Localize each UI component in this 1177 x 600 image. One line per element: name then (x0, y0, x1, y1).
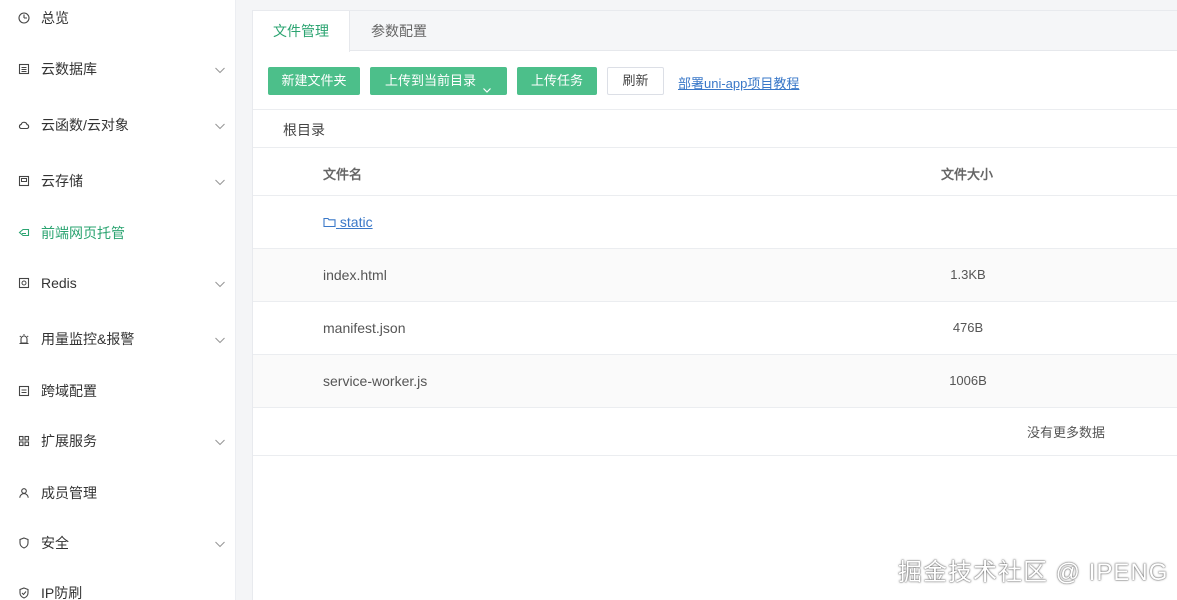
table-row[interactable]: service-worker.js 1006B (253, 355, 1177, 408)
file-name: static (339, 214, 373, 230)
refresh-button[interactable]: 刷新 (607, 67, 664, 95)
chevron-down-icon (214, 119, 226, 131)
table-row[interactable]: manifest.json 476B (253, 302, 1177, 355)
storage-icon (18, 175, 30, 187)
shield-icon (18, 537, 30, 549)
chevron-down-icon (214, 435, 226, 447)
file-name: index.html (323, 267, 387, 283)
alarm-icon (18, 333, 30, 345)
chevron-down-icon (214, 333, 226, 345)
sidebar-item-overview[interactable]: 总览 (0, 0, 235, 38)
shield-check-icon (18, 587, 30, 599)
tab-file-management[interactable]: 文件管理 (253, 11, 350, 52)
sidebar-item-cloud-storage[interactable]: 云存储 (0, 161, 235, 201)
sidebar-item-ip-protection[interactable]: IP防刷 (0, 573, 235, 600)
clock-icon (18, 12, 30, 24)
no-more-data-row: 没有更多数据 (253, 408, 1177, 456)
chevron-down-icon (214, 537, 226, 549)
user-icon (18, 487, 30, 499)
sidebar-item-web-hosting[interactable]: 前端网页托管 (0, 213, 235, 253)
folder-link[interactable]: static (323, 214, 373, 230)
sidebar-item-label: 用量监控&报警 (41, 331, 135, 347)
sidebar-item-usage-monitoring[interactable]: 用量监控&报警 (0, 319, 235, 359)
cloud-icon (18, 119, 30, 131)
main-panel: 文件管理 参数配置 新建文件夹 上传到当前目录 上传任务 刷新 部署uni-ap… (252, 10, 1177, 600)
sidebar-item-label: 前端网页托管 (41, 225, 125, 241)
table-header: 文件名 文件大小 (253, 148, 1177, 196)
database-icon (18, 63, 30, 75)
watermark: 掘金技术社区 @ IPENG (898, 559, 1169, 586)
sidebar-item-cloud-database[interactable]: 云数据库 (0, 49, 235, 89)
sidebar: 总览 云数据库 云函数/云对象 云存储 前端网页托管 Redis 用量监控&报警… (0, 0, 236, 600)
new-folder-button[interactable]: 新建文件夹 (268, 67, 360, 95)
file-size: 476B (952, 320, 984, 335)
file-size: 1006B (949, 373, 987, 388)
web-hosting-icon (18, 227, 30, 239)
no-more-data-text: 没有更多数据 (1027, 425, 1106, 440)
sidebar-item-security[interactable]: 安全 (0, 523, 235, 563)
table-row[interactable]: static (253, 196, 1177, 249)
tutorial-link[interactable]: 部署uni-app项目教程 (678, 73, 799, 92)
upload-button[interactable]: 上传到当前目录 (370, 67, 507, 95)
sidebar-item-cloud-functions[interactable]: 云函数/云对象 (0, 105, 235, 145)
breadcrumb[interactable]: 根目录 (283, 120, 325, 140)
divider (253, 109, 1177, 110)
sidebar-item-label: 总览 (41, 10, 69, 26)
cors-icon (18, 385, 30, 397)
sidebar-item-label: IP防刷 (41, 585, 83, 600)
file-name: manifest.json (323, 320, 406, 336)
tab-parameter-config[interactable]: 参数配置 (350, 11, 448, 51)
column-header-size: 文件大小 (941, 167, 994, 182)
sidebar-item-label: 跨域配置 (41, 383, 97, 399)
chevron-down-icon (482, 77, 492, 93)
sidebar-item-members[interactable]: 成员管理 (0, 473, 235, 513)
tab-bar: 文件管理 参数配置 (253, 11, 1177, 52)
sidebar-item-label: 成员管理 (41, 485, 97, 501)
file-size: 1.3KB (950, 267, 986, 282)
sidebar-item-label: 云函数/云对象 (41, 117, 129, 133)
upload-button-label: 上传到当前目录 (384, 73, 476, 88)
sidebar-item-label: Redis (41, 275, 77, 291)
column-header-name: 文件名 (323, 167, 363, 182)
sidebar-item-label: 安全 (41, 535, 69, 551)
chevron-down-icon (214, 277, 226, 289)
file-name: service-worker.js (323, 373, 428, 389)
table-row[interactable]: index.html 1.3KB (253, 249, 1177, 302)
chevron-down-icon (214, 63, 226, 75)
chevron-down-icon (214, 175, 226, 187)
sidebar-item-cors-config[interactable]: 跨域配置 (0, 371, 235, 411)
folder-icon (323, 214, 336, 230)
sidebar-item-label: 云数据库 (41, 61, 97, 77)
sidebar-item-label: 云存储 (41, 173, 83, 189)
sidebar-item-label: 扩展服务 (41, 433, 97, 449)
upload-tasks-button[interactable]: 上传任务 (517, 67, 597, 95)
redis-icon (18, 277, 30, 289)
grid-icon (18, 435, 30, 447)
sidebar-item-redis[interactable]: Redis (0, 263, 235, 303)
sidebar-item-extensions[interactable]: 扩展服务 (0, 421, 235, 461)
